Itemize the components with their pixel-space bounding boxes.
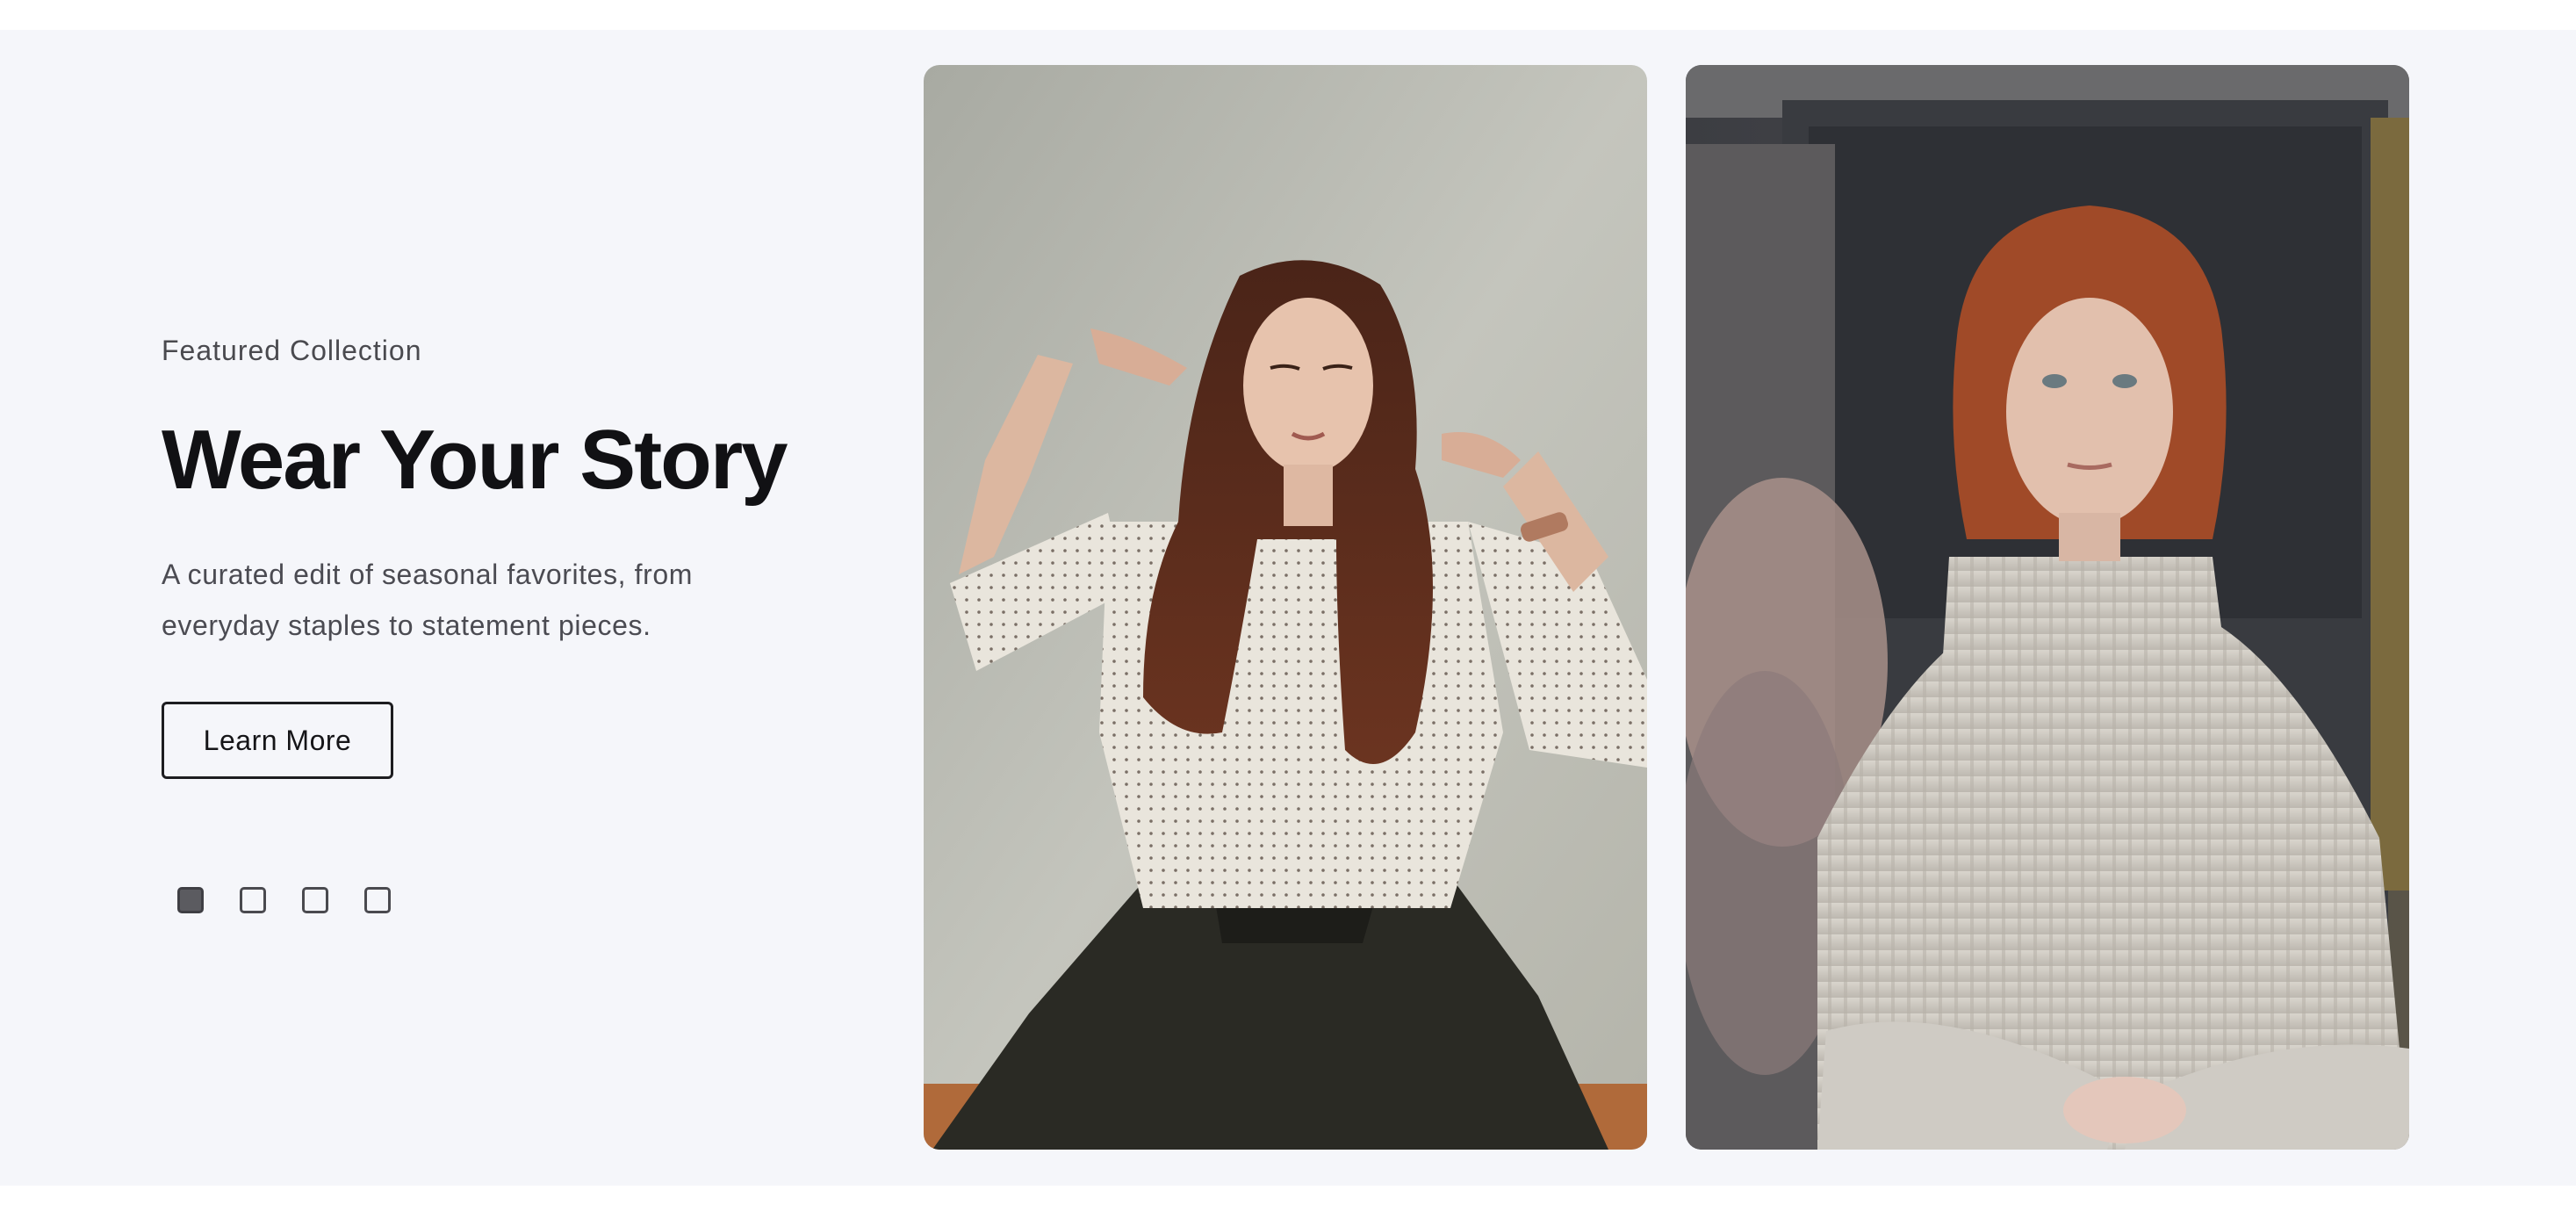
carousel-dot-2[interactable] [240, 887, 266, 913]
model-polka-dot-blouse-photo [924, 65, 1647, 1150]
hero-description: A curated edit of seasonal favorites, fr… [162, 559, 694, 642]
hero-text-block: Featured Collection Wear Your Story A cu… [162, 334, 829, 780]
carousel-pagination [177, 887, 391, 915]
model-turtleneck-sweater-photo [1686, 65, 2409, 1150]
page: Featured Collection Wear Your Story A cu… [0, 0, 2576, 1226]
carousel-dot-4[interactable] [364, 887, 391, 913]
learn-more-button[interactable]: Learn More [162, 702, 393, 780]
eyebrow-label: Featured Collection [162, 335, 422, 366]
carousel-dot-3[interactable] [302, 887, 328, 913]
carousel-dot-1[interactable] [177, 887, 204, 913]
hero-title: Wear Your Story [162, 413, 788, 508]
